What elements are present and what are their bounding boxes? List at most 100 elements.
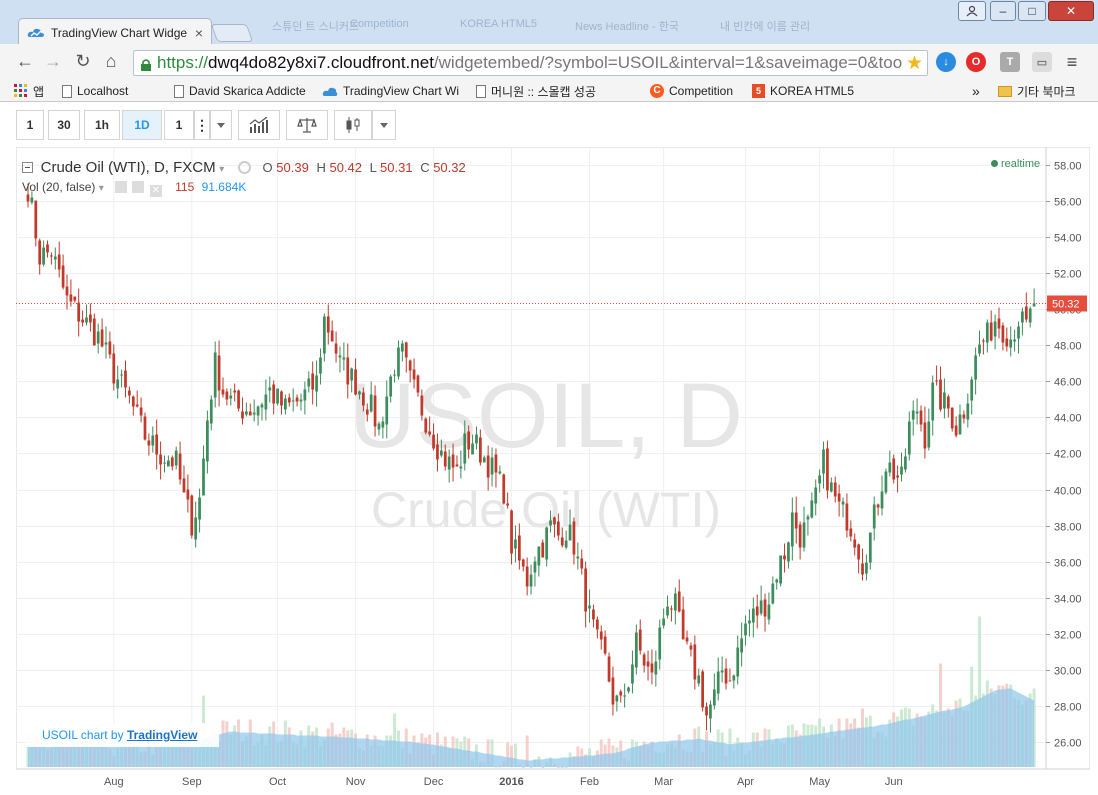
open-value: 50.39 xyxy=(276,160,309,175)
price-tick-label: 30.00 xyxy=(1054,666,1082,678)
chart-style-button[interactable] xyxy=(334,110,372,140)
volume-remove-icon[interactable]: ✕ xyxy=(149,185,162,197)
more-intervals-icon[interactable]: ⋮ xyxy=(194,110,210,140)
maximize-button[interactable]: □ xyxy=(1018,1,1046,21)
candle-body xyxy=(498,471,502,474)
volume-study-title[interactable]: Vol (20, false) xyxy=(22,180,95,194)
collapse-legend-icon[interactable] xyxy=(22,162,33,173)
interval-1h-button[interactable]: 1h xyxy=(84,110,120,140)
chart-style-dropdown-icon[interactable] xyxy=(372,110,396,140)
symbol-dropdown-icon[interactable]: ▾ xyxy=(219,164,224,175)
candle-body xyxy=(611,677,615,705)
profile-icon[interactable] xyxy=(958,1,986,21)
apps-grid-icon xyxy=(14,84,27,97)
download-extension-icon[interactable]: ↓ xyxy=(936,52,956,72)
settings-gear-icon[interactable] xyxy=(237,161,251,174)
t-extension-icon[interactable]: T xyxy=(1000,52,1020,72)
menu-icon[interactable]: ≡ xyxy=(1062,52,1082,72)
tab-close-icon[interactable]: × xyxy=(195,25,203,41)
tab-tradingview[interactable]: TradingView Chart Widge × xyxy=(18,18,212,46)
back-icon[interactable]: ← xyxy=(12,48,38,74)
interval-1d-button[interactable]: 1D xyxy=(122,110,162,140)
candle-body xyxy=(330,330,334,342)
candle-body xyxy=(428,431,432,435)
candle-body xyxy=(533,561,537,573)
candle-body xyxy=(1024,306,1028,320)
candle-body xyxy=(221,389,225,395)
chart-area[interactable]: USOIL, D Crude Oil (WTI) 26.00 28.00 30.00… xyxy=(16,147,1090,795)
bg-tab-2[interactable]: Competition xyxy=(350,18,409,40)
interval-1m-button[interactable]: 1 xyxy=(16,110,44,140)
candle-body xyxy=(845,503,849,531)
bookmark-localhost[interactable]: Localhost xyxy=(62,82,128,100)
url-path: /widgetembed/?symbol=USOIL&interval=1&sa… xyxy=(433,53,903,72)
candle-body xyxy=(315,375,318,392)
candle-body xyxy=(443,451,447,467)
candle xyxy=(143,412,147,441)
candle-body xyxy=(525,566,529,587)
address-bar[interactable]: https:// dwq4do82y8xi7.cloudfront.net /w… xyxy=(133,50,928,76)
candle-body xyxy=(385,396,389,425)
price-chart[interactable]: USOIL, D Crude Oil (WTI) 26.00 28.00 30.00… xyxy=(16,147,1090,795)
home-icon[interactable]: ⌂ xyxy=(98,48,124,74)
candle-body xyxy=(373,395,377,427)
bookmark-moneyone[interactable]: 머니원 :: 스몰캡 성공 xyxy=(476,82,596,100)
volume-visibility-icon[interactable] xyxy=(115,181,128,193)
bookmark-david-skarica[interactable]: David Skarica Addicte xyxy=(174,82,306,100)
minimize-button[interactable]: – xyxy=(990,1,1016,21)
new-tab-button[interactable] xyxy=(210,24,254,42)
bg-tab-5[interactable]: 내 빈칸에 이름 관리 xyxy=(720,18,810,40)
last-price-label: 50.32 xyxy=(1052,299,1080,311)
tradingview-cloud-icon xyxy=(322,87,338,96)
volume-bar xyxy=(564,767,568,768)
bookmark-label: David Skarica Addicte xyxy=(189,84,306,98)
candle-body xyxy=(950,407,954,429)
candle-body xyxy=(592,609,595,620)
bg-tab-3[interactable]: KOREA HTML5 xyxy=(460,18,537,40)
candle xyxy=(950,407,954,432)
candle-body xyxy=(190,495,194,536)
chart-background xyxy=(16,147,1090,795)
volume-bar xyxy=(521,767,525,768)
bookmark-tradingview[interactable]: TradingView Chart Wi xyxy=(322,82,459,100)
candle-body xyxy=(775,579,779,583)
reload-icon[interactable]: ↻ xyxy=(70,48,96,74)
price-tick-label: 58.00 xyxy=(1054,161,1082,173)
bookmark-star-icon[interactable]: ★ xyxy=(906,52,923,75)
bg-tab-4[interactable]: News Headline - 한국 xyxy=(575,18,679,40)
candle-body xyxy=(826,448,829,491)
time-tick-label: May xyxy=(809,776,830,788)
candle-body xyxy=(280,391,283,406)
candle-body xyxy=(993,321,997,337)
bookmark-competition[interactable]: C Competition xyxy=(650,82,733,100)
candle-body xyxy=(416,375,420,393)
volume-dropdown-icon[interactable]: ▾ xyxy=(99,183,104,194)
other-bookmarks[interactable]: 기타 북마크 xyxy=(998,82,1076,100)
candle-body xyxy=(116,379,120,389)
bg-tab-1[interactable]: 스튜던 트 스니커즈 xyxy=(272,18,359,40)
candle-body xyxy=(494,454,498,473)
candle-body xyxy=(681,609,685,640)
interval-custom-button[interactable]: 1 xyxy=(164,110,194,140)
forward-icon[interactable]: → xyxy=(40,48,66,74)
tradingview-link[interactable]: TradingView xyxy=(127,728,197,742)
bookmark-korea-html5[interactable]: 5 KOREA HTML5 xyxy=(752,82,854,100)
interval-30m-button[interactable]: 30 xyxy=(48,110,80,140)
opera-extension-icon[interactable]: O xyxy=(966,52,986,72)
bookmark-label: 머니원 :: 스몰캡 성공 xyxy=(491,84,596,99)
compare-button[interactable] xyxy=(286,110,328,140)
bookmarks-overflow-button[interactable]: » xyxy=(972,82,980,100)
candle-body xyxy=(467,431,471,450)
bookmark-apps[interactable]: 앱 xyxy=(14,82,44,100)
volume-settings-icon[interactable] xyxy=(132,181,145,193)
symbol-title[interactable]: Crude Oil (WTI), D, FXCM xyxy=(41,159,216,176)
interval-dropdown-icon[interactable] xyxy=(210,110,232,140)
candle-body xyxy=(252,412,256,415)
indicators-button[interactable] xyxy=(238,110,280,140)
cast-extension-icon[interactable]: ▭ xyxy=(1032,52,1052,72)
candle-body xyxy=(264,394,268,410)
candle-body xyxy=(260,404,264,408)
candle-body xyxy=(654,661,658,675)
candle-body xyxy=(865,562,868,574)
close-window-button[interactable]: ✕ xyxy=(1048,1,1094,21)
